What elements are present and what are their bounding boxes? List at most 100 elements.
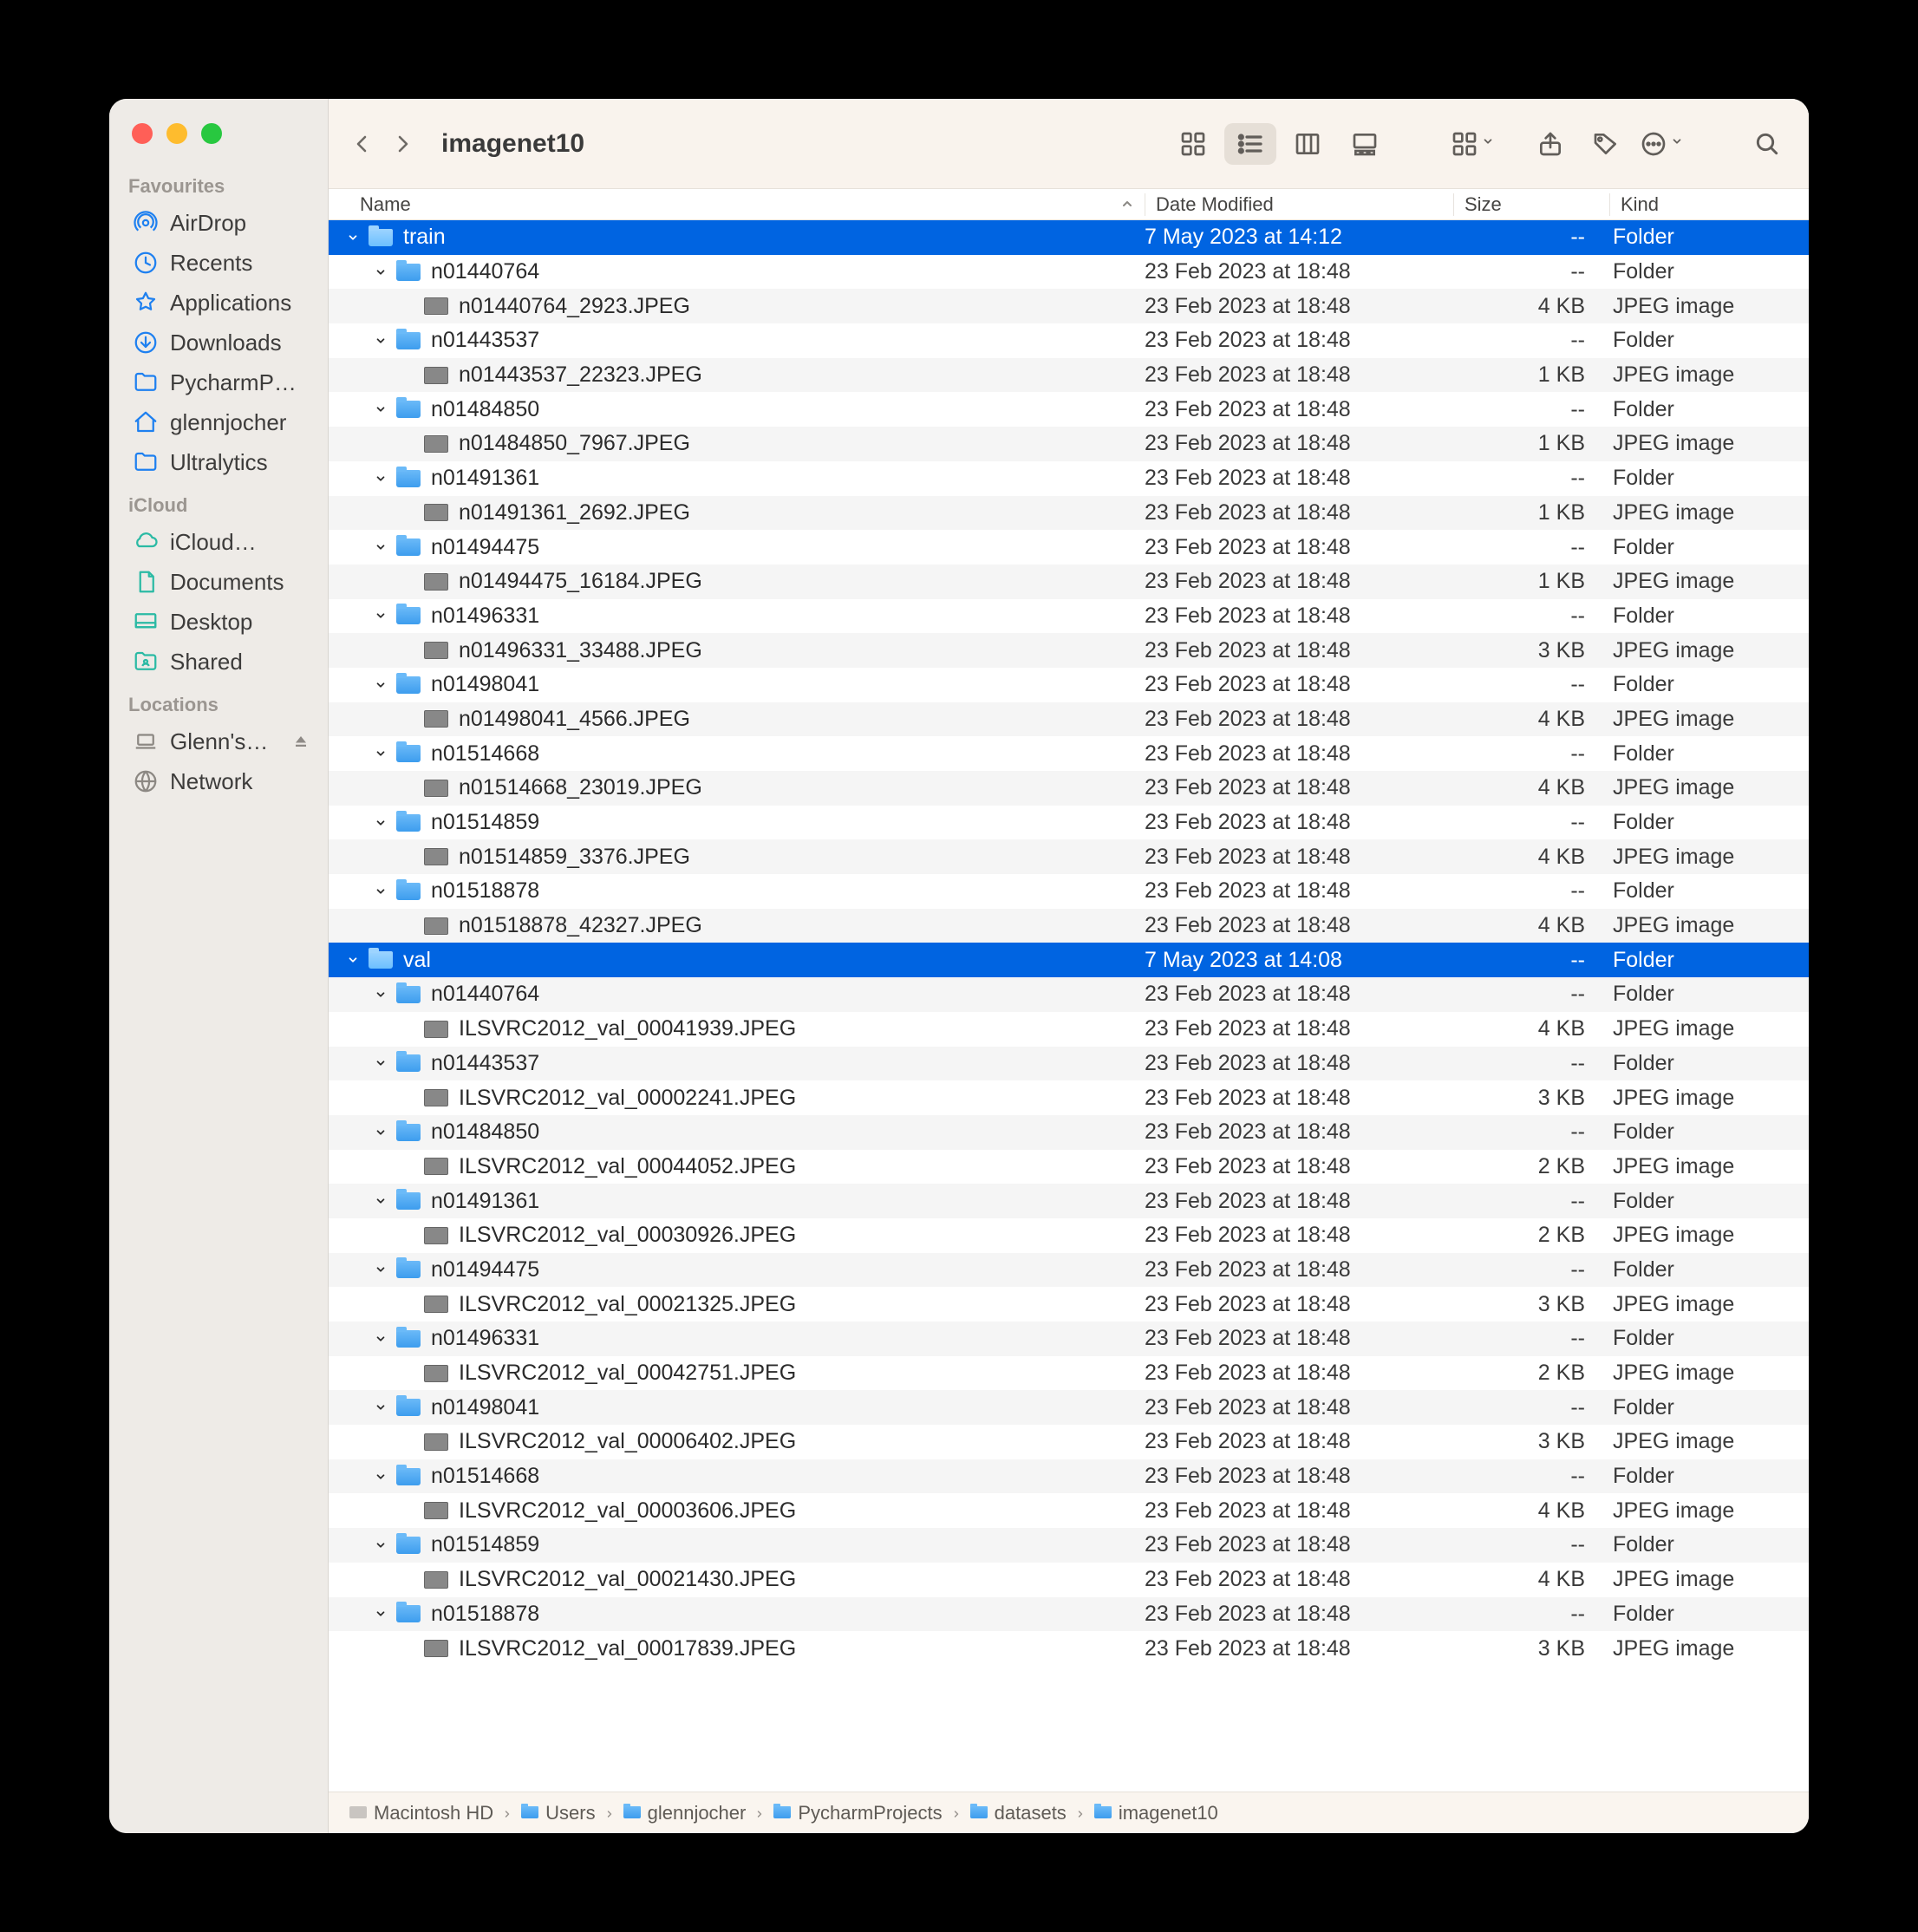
file-row[interactable]: ILSVRC2012_val_00041939.JPEG23 Feb 2023 … [329,1012,1809,1047]
file-row[interactable]: ILSVRC2012_val_00021430.JPEG23 Feb 2023 … [329,1563,1809,1597]
file-row[interactable]: n01494475_16184.JPEG23 Feb 2023 at 18:48… [329,565,1809,599]
folder-row[interactable]: n0151466823 Feb 2023 at 18:48--Folder [329,736,1809,771]
disclosure-triangle[interactable] [372,1195,389,1207]
disclosure-triangle[interactable] [372,266,389,278]
file-list[interactable]: train7 May 2023 at 14:12--Foldern0144076… [329,220,1809,1762]
tags-button[interactable] [1582,123,1630,165]
sidebar-item-favourites-5[interactable]: glennjocher [109,402,328,442]
folder-row[interactable]: n0151887823 Feb 2023 at 18:48--Folder [329,874,1809,909]
view-gallery-button[interactable] [1339,123,1391,165]
file-row[interactable]: n01491361_2692.JPEG23 Feb 2023 at 18:481… [329,496,1809,531]
column-header-date[interactable]: Date Modified [1145,193,1453,216]
disclosure-triangle[interactable] [344,954,362,966]
disclosure-triangle[interactable] [372,817,389,829]
file-row[interactable]: ILSVRC2012_val_00017839.JPEG23 Feb 2023 … [329,1631,1809,1666]
file-row[interactable]: ILSVRC2012_val_00042751.JPEG23 Feb 2023 … [329,1356,1809,1391]
folder-row[interactable]: n0144353723 Feb 2023 at 18:48--Folder [329,1047,1809,1081]
disclosure-triangle[interactable] [372,473,389,485]
folder-row[interactable]: n0148485023 Feb 2023 at 18:48--Folder [329,392,1809,427]
folder-row[interactable]: n0151887823 Feb 2023 at 18:48--Folder [329,1597,1809,1632]
share-button[interactable] [1526,123,1575,165]
sidebar-item-favourites-6[interactable]: Ultralytics [109,442,328,482]
sidebar-item-favourites-2[interactable]: Applications [109,283,328,323]
path-crumb[interactable]: Users [521,1802,595,1824]
sidebar-item-favourites-4[interactable]: PycharmP… [109,362,328,402]
folder-row[interactable]: n0151466823 Feb 2023 at 18:48--Folder [329,1459,1809,1494]
sidebar-item-icloud-2[interactable]: Desktop [109,602,328,642]
sidebar-item-favourites-0[interactable]: AirDrop [109,203,328,243]
file-row[interactable]: n01514668_23019.JPEG23 Feb 2023 at 18:48… [329,771,1809,806]
column-header-kind[interactable]: Kind [1609,193,1809,216]
file-row[interactable]: ILSVRC2012_val_00006402.JPEG23 Feb 2023 … [329,1425,1809,1459]
folder-row[interactable]: n0151485923 Feb 2023 at 18:48--Folder [329,806,1809,840]
sidebar-item-favourites-1[interactable]: Recents [109,243,328,283]
sidebar-item-icloud-3[interactable]: Shared [109,642,328,682]
window-minimize-button[interactable] [166,123,187,144]
action-button[interactable] [1637,123,1686,165]
folder-row[interactable]: n0151485923 Feb 2023 at 18:48--Folder [329,1528,1809,1563]
file-row[interactable]: n01484850_7967.JPEG23 Feb 2023 at 18:481… [329,427,1809,461]
disclosure-triangle[interactable] [372,989,389,1001]
view-list-button[interactable] [1224,123,1276,165]
folder-row[interactable]: n0144353723 Feb 2023 at 18:48--Folder [329,323,1809,358]
disclosure-triangle[interactable] [344,232,362,244]
folder-row[interactable]: n0144076423 Feb 2023 at 18:48--Folder [329,255,1809,290]
back-button[interactable] [346,123,379,165]
file-row[interactable]: n01440764_2923.JPEG23 Feb 2023 at 18:484… [329,289,1809,323]
file-row[interactable]: ILSVRC2012_val_00021325.JPEG23 Feb 2023 … [329,1287,1809,1322]
folder-row[interactable]: n0144076423 Feb 2023 at 18:48--Folder [329,977,1809,1012]
disclosure-triangle[interactable] [372,1263,389,1276]
disclosure-triangle[interactable] [372,679,389,691]
folder-row[interactable]: n0149804123 Feb 2023 at 18:48--Folder [329,1390,1809,1425]
disclosure-triangle[interactable] [372,1471,389,1483]
sidebar-item-locations-1[interactable]: Network [109,761,328,801]
file-row[interactable]: n01518878_42327.JPEG23 Feb 2023 at 18:48… [329,909,1809,943]
view-columns-button[interactable] [1282,123,1334,165]
window-zoom-button[interactable] [201,123,222,144]
path-crumb[interactable]: PycharmProjects [773,1802,942,1824]
window-close-button[interactable] [132,123,153,144]
eject-icon[interactable] [293,728,309,755]
path-crumb[interactable]: imagenet10 [1094,1802,1218,1824]
forward-button[interactable] [386,123,419,165]
disclosure-triangle[interactable] [372,541,389,553]
disclosure-triangle[interactable] [372,335,389,347]
folder-row[interactable]: n0148485023 Feb 2023 at 18:48--Folder [329,1115,1809,1150]
folder-row[interactable]: val7 May 2023 at 14:08--Folder [329,943,1809,977]
folder-row[interactable]: n0149136123 Feb 2023 at 18:48--Folder [329,461,1809,496]
file-row[interactable]: ILSVRC2012_val_00030926.JPEG23 Feb 2023 … [329,1218,1809,1253]
file-row[interactable]: n01514859_3376.JPEG23 Feb 2023 at 18:484… [329,839,1809,874]
disclosure-triangle[interactable] [372,1539,389,1551]
folder-row[interactable]: n0149447523 Feb 2023 at 18:48--Folder [329,1253,1809,1288]
folder-row[interactable]: n0149804123 Feb 2023 at 18:48--Folder [329,668,1809,702]
file-row[interactable]: n01496331_33488.JPEG23 Feb 2023 at 18:48… [329,633,1809,668]
sidebar-item-icloud-0[interactable]: iCloud… [109,522,328,562]
file-row[interactable]: n01443537_22323.JPEG23 Feb 2023 at 18:48… [329,358,1809,393]
column-header-size[interactable]: Size [1453,193,1609,216]
view-icons-button[interactable] [1167,123,1219,165]
file-row[interactable]: ILSVRC2012_val_00003606.JPEG23 Feb 2023 … [329,1493,1809,1528]
disclosure-triangle[interactable] [372,747,389,760]
path-crumb[interactable]: datasets [970,1802,1067,1824]
path-crumb[interactable]: Macintosh HD [349,1802,493,1824]
file-row[interactable]: ILSVRC2012_val_00044052.JPEG23 Feb 2023 … [329,1150,1809,1185]
path-crumb[interactable]: glennjocher [623,1802,747,1824]
file-row[interactable]: ILSVRC2012_val_00002241.JPEG23 Feb 2023 … [329,1080,1809,1115]
sidebar-item-icloud-1[interactable]: Documents [109,562,328,602]
disclosure-triangle[interactable] [372,885,389,897]
sidebar-item-favourites-3[interactable]: Downloads [109,323,328,362]
folder-row[interactable]: n0149633123 Feb 2023 at 18:48--Folder [329,1322,1809,1356]
folder-row[interactable]: n0149633123 Feb 2023 at 18:48--Folder [329,599,1809,634]
search-button[interactable] [1743,123,1791,165]
disclosure-triangle[interactable] [372,1057,389,1069]
disclosure-triangle[interactable] [372,1401,389,1413]
file-row[interactable]: n01498041_4566.JPEG23 Feb 2023 at 18:484… [329,702,1809,737]
disclosure-triangle[interactable] [372,1608,389,1620]
column-header-name[interactable]: Name [360,193,1145,216]
disclosure-triangle[interactable] [372,1333,389,1345]
group-button[interactable] [1448,123,1497,165]
sidebar-item-locations-0[interactable]: Glenn's… [109,721,328,761]
disclosure-triangle[interactable] [372,403,389,415]
folder-row[interactable]: n0149447523 Feb 2023 at 18:48--Folder [329,530,1809,565]
folder-row[interactable]: n0149136123 Feb 2023 at 18:48--Folder [329,1184,1809,1218]
